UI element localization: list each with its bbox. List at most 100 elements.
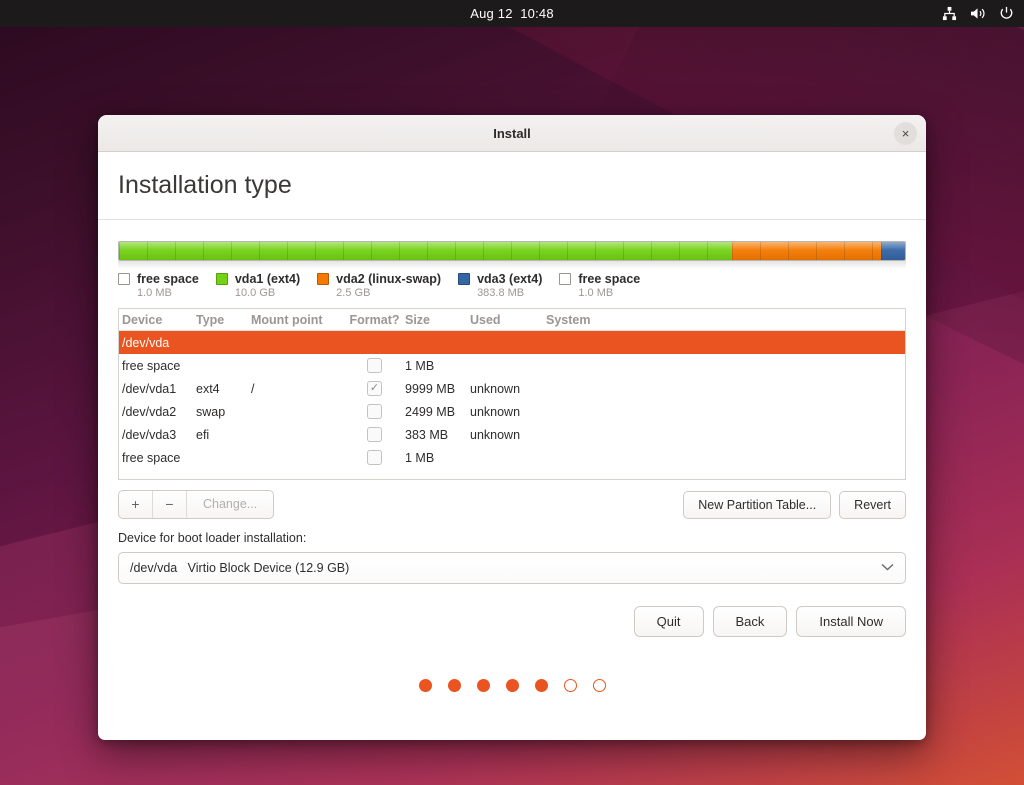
cell-type: ext4 xyxy=(196,381,220,396)
legend-swatch xyxy=(118,273,130,285)
legend-label: vda1 (ext4) xyxy=(234,272,301,286)
column-header-device[interactable]: Device xyxy=(119,313,193,327)
legend-label: free space xyxy=(137,272,199,286)
partition-bar-shadow xyxy=(118,261,906,269)
cell-size: 1 MB xyxy=(405,358,435,373)
cell-format xyxy=(344,358,402,373)
legend-label: free space xyxy=(578,272,641,286)
progress-dot xyxy=(505,679,519,692)
cell-type: swap xyxy=(196,404,226,419)
legend-item-head: free space xyxy=(118,272,199,286)
new-partition-table-button[interactable]: New Partition Table... xyxy=(683,490,832,519)
cell-mount: / xyxy=(251,381,255,396)
volume-icon[interactable] xyxy=(970,6,986,21)
legend-item-head: free space xyxy=(559,272,640,286)
column-header-system[interactable]: System xyxy=(543,313,663,327)
table-row[interactable]: /dev/vda2 swap 2499 MB unknown xyxy=(119,400,905,423)
segment-ticks xyxy=(732,242,882,260)
table-row[interactable]: free space 1 MB xyxy=(119,446,905,469)
change-partition-button: Change... xyxy=(203,497,258,511)
cell-size: 1 MB xyxy=(405,450,435,465)
cell-size: 9999 MB xyxy=(405,381,456,396)
format-checkbox[interactable] xyxy=(367,404,382,419)
cell-format xyxy=(344,404,402,419)
column-header-type[interactable]: Type xyxy=(193,313,248,327)
progress-dot xyxy=(418,679,432,692)
column-header-mount-point[interactable]: Mount point xyxy=(248,313,344,327)
format-checkbox[interactable] xyxy=(367,450,382,465)
table-body: /dev/vda free space 1 MB/dev/vda1 ext4 / ✓ 999… xyxy=(119,331,905,469)
legend-swatch xyxy=(215,273,228,285)
cell-format: ✓ xyxy=(344,381,402,396)
partition-controls-row: + − Change... New Partition Table... Rev… xyxy=(118,490,906,519)
cell-used: unknown xyxy=(470,381,521,396)
legend-swatch xyxy=(317,273,330,285)
column-header-size[interactable]: Size xyxy=(402,313,467,327)
bootloader-label: Device for boot loader installation: xyxy=(118,531,307,545)
legend-size: 383.8 MB xyxy=(477,287,525,299)
clock[interactable]: Aug 12 10:48 xyxy=(470,6,554,21)
cell-device: free space xyxy=(122,358,181,373)
check-icon: ✓ xyxy=(369,382,380,394)
cell-used: unknown xyxy=(470,427,521,442)
bootloader-device-select[interactable]: /dev/vda Virtio Block Device (12.9 GB) xyxy=(118,552,906,584)
system-tray xyxy=(942,0,1014,27)
table-filler xyxy=(119,469,905,479)
chevron-down-icon xyxy=(881,562,894,574)
back-button[interactable]: Back xyxy=(712,606,788,637)
add-partition-button[interactable]: + xyxy=(119,491,153,518)
format-checkbox[interactable] xyxy=(367,358,382,373)
column-header-used[interactable]: Used xyxy=(467,313,543,327)
cell-device: free space xyxy=(122,450,181,465)
progress-dot xyxy=(592,679,606,692)
legend-item-head: vda3 (ext4) xyxy=(458,272,542,286)
table-row[interactable]: /dev/vda1 ext4 / ✓ 9999 MB unknown xyxy=(119,377,905,400)
partition-segment-vda1 xyxy=(119,242,733,260)
progress-dot xyxy=(476,679,490,692)
format-checkbox[interactable]: ✓ xyxy=(367,381,382,396)
network-icon[interactable] xyxy=(942,6,957,21)
desktop: Aug 12 10:48 Install × Installation type… xyxy=(0,0,1024,785)
install-now-button[interactable]: Install Now xyxy=(796,606,906,637)
legend-item: vda3 (ext4) 383.8 MB xyxy=(458,272,542,299)
legend-item: vda1 (ext4) 10.0 GB xyxy=(215,272,301,299)
partition-edit-button-group: + − Change... xyxy=(118,490,275,519)
remove-partition-button[interactable]: − xyxy=(153,491,187,518)
legend-size: 2.5 GB xyxy=(336,287,371,299)
cell-format xyxy=(344,427,402,442)
format-checkbox[interactable] xyxy=(367,427,382,442)
legend-size: 1.0 MB xyxy=(137,287,172,299)
table-row[interactable]: /dev/vda xyxy=(119,331,905,354)
page-title: Installation type xyxy=(118,171,292,199)
revert-button[interactable]: Revert xyxy=(839,490,906,519)
cell-used: unknown xyxy=(470,404,521,419)
cell-size: 2499 MB xyxy=(405,404,456,419)
legend-size: 10.0 GB xyxy=(234,287,276,299)
legend-item: free space 1.0 MB xyxy=(559,272,640,299)
table-row[interactable]: free space 1 MB xyxy=(119,354,905,377)
partition-segment-vda3 xyxy=(881,242,905,260)
legend-size: 1.0 MB xyxy=(578,287,614,299)
column-header-format[interactable]: Format? xyxy=(344,313,402,327)
cell-size: 383 MB xyxy=(405,427,449,442)
cell-device: /dev/vda3 xyxy=(122,427,177,442)
system-top-bar: Aug 12 10:48 xyxy=(0,0,1024,27)
progress-dot xyxy=(563,679,577,692)
partition-segment-vda2 xyxy=(732,242,882,260)
table-row[interactable]: /dev/vda3 efi 383 MB unknown xyxy=(119,423,905,446)
window-title: Install xyxy=(493,125,531,141)
power-icon[interactable] xyxy=(999,6,1014,21)
bootloader-selected-value: /dev/vda Virtio Block Device (12.9 GB) xyxy=(130,561,350,575)
page-header: Installation type xyxy=(98,152,926,220)
legend-item-head: vda2 (linux-swap) xyxy=(317,272,441,286)
close-icon[interactable]: × xyxy=(894,122,917,145)
legend-label: vda3 (ext4) xyxy=(477,272,543,286)
table-header-row: Device Type Mount point Format? Size Used Syst… xyxy=(119,309,905,331)
legend-item: free space 1.0 MB xyxy=(118,272,199,299)
legend-swatch xyxy=(458,273,471,285)
legend-item-head: vda1 (ext4) xyxy=(215,272,301,286)
partition-legend: free space 1.0 MB vda1 (ext4) 10.0 GB vda2 (… xyxy=(118,272,906,299)
progress-dot xyxy=(534,679,548,692)
quit-button[interactable]: Quit xyxy=(633,606,704,637)
partition-bar-wrapper xyxy=(118,234,906,269)
